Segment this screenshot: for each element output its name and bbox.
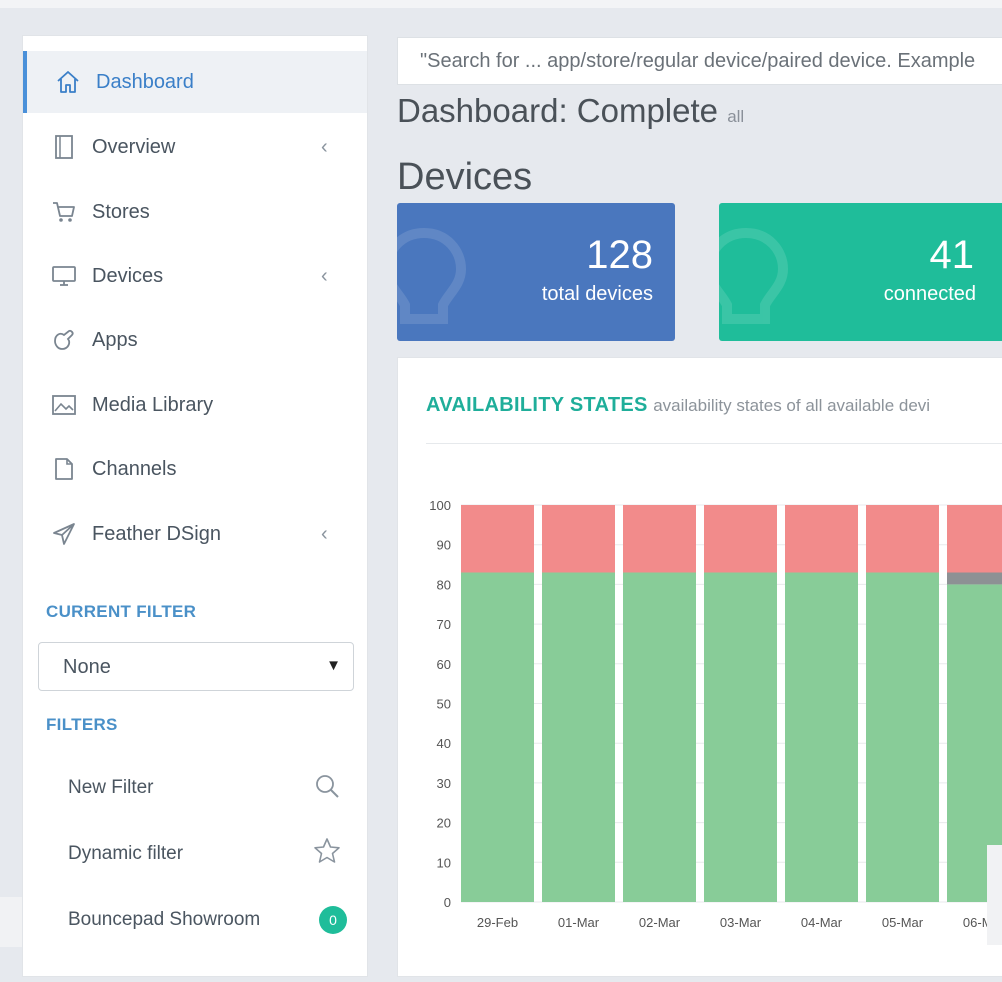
y-tick-label: 60 xyxy=(437,657,451,672)
sidebar-item-feather-dsign[interactable]: Feather DSign ‹ xyxy=(23,503,367,565)
background-strip xyxy=(0,897,22,947)
count-badge: 0 xyxy=(319,906,347,934)
filter-item-bouncepad-showroom[interactable]: Bouncepad Showroom xyxy=(68,905,298,934)
current-filter-value: None xyxy=(63,656,111,678)
y-tick-label: 40 xyxy=(437,736,451,751)
sidebar-item-label: Apps xyxy=(92,328,138,351)
cart-icon xyxy=(51,199,77,225)
chevron-left-icon[interactable]: ‹ xyxy=(321,136,328,159)
y-tick-label: 20 xyxy=(437,816,451,831)
dropdown-arrow-icon: ▼ xyxy=(326,657,341,674)
section-heading: Devices xyxy=(397,156,533,198)
chart-bar-segment xyxy=(623,505,696,573)
current-filter-select[interactable]: None ▼ xyxy=(38,642,354,691)
search-input[interactable] xyxy=(398,38,998,84)
chart-bar-segment xyxy=(704,572,777,902)
image-icon xyxy=(51,392,77,418)
apps-icon xyxy=(51,327,77,353)
page-subtitle: all xyxy=(727,107,745,126)
sidebar-item-label: Channels xyxy=(92,457,177,480)
stat-tile-connected[interactable]: 41 connected xyxy=(719,203,1002,341)
sidebar-item-label: Overview xyxy=(92,135,176,158)
stat-label: total devices xyxy=(541,283,653,305)
chevron-left-icon[interactable]: ‹ xyxy=(321,523,328,546)
sidebar-item-channels[interactable]: Channels xyxy=(23,438,367,500)
filter-label: New Filter xyxy=(68,777,154,798)
x-tick-label: 05-Mar xyxy=(882,915,924,930)
y-tick-label: 90 xyxy=(437,538,451,553)
y-tick-label: 0 xyxy=(444,895,451,910)
search-bar xyxy=(397,37,1002,85)
chevron-left-icon[interactable]: ‹ xyxy=(321,265,328,288)
chart-bar-segment xyxy=(461,505,534,573)
sidebar-item-label: Stores xyxy=(92,200,150,223)
page-title: Dashboard: Complete all xyxy=(397,92,744,130)
star-icon[interactable] xyxy=(313,837,341,865)
sidebar-item-devices[interactable]: Devices ‹ xyxy=(23,245,367,307)
sidebar-item-label: Dashboard xyxy=(96,70,194,93)
page-title-text: Dashboard: Complete xyxy=(397,92,719,129)
chart-bar-segment xyxy=(866,572,939,902)
sidebar: Dashboard Overview ‹ Stores Devices ‹ Ap… xyxy=(22,35,368,977)
y-tick-label: 30 xyxy=(437,776,451,791)
lightbulb-icon xyxy=(397,227,467,324)
current-filter-title: CURRENT FILTER xyxy=(46,602,197,621)
paper-plane-icon xyxy=(51,521,77,547)
top-strip xyxy=(0,0,1002,8)
x-tick-label: 29-Feb xyxy=(477,915,518,930)
stat-value: 128 xyxy=(586,233,653,277)
x-tick-label: 01-Mar xyxy=(558,915,600,930)
chart-bar-segment xyxy=(542,505,615,573)
y-tick-label: 70 xyxy=(437,617,451,632)
x-tick-label: 02-Mar xyxy=(639,915,681,930)
sidebar-item-stores[interactable]: Stores xyxy=(23,181,367,243)
stat-tile-total-devices[interactable]: 128 total devices xyxy=(397,203,675,341)
sidebar-item-label: Feather DSign xyxy=(92,522,221,545)
chart-bar-segment xyxy=(785,505,858,573)
monitor-icon xyxy=(51,263,77,289)
y-tick-label: 100 xyxy=(429,498,451,513)
chart-bar-segment xyxy=(542,572,615,902)
chart-bar-segment xyxy=(704,505,777,573)
stat-label: connected xyxy=(883,283,976,305)
sidebar-item-apps[interactable]: Apps xyxy=(23,309,367,371)
chart-bar-segment xyxy=(623,572,696,902)
notebook-icon xyxy=(51,134,77,160)
sidebar-item-overview[interactable]: Overview ‹ xyxy=(23,116,367,178)
sidebar-item-label: Media Library xyxy=(92,393,214,416)
chart-bar-segment xyxy=(947,572,1002,585)
chart-bar-segment xyxy=(947,505,1002,573)
stat-value: 41 xyxy=(929,233,975,277)
chart-bar-segment xyxy=(785,572,858,902)
y-tick-label: 80 xyxy=(437,577,451,592)
document-icon xyxy=(51,456,77,482)
filters-title: FILTERS xyxy=(46,715,118,734)
chart-bar-segment xyxy=(461,572,534,902)
sidebar-item-dashboard[interactable]: Dashboard xyxy=(23,51,367,113)
y-tick-label: 10 xyxy=(437,855,451,870)
home-icon xyxy=(55,69,81,95)
filter-label: Dynamic filter xyxy=(68,843,184,864)
sidebar-item-label: Devices xyxy=(92,264,164,287)
availability-chart: 0 10 20 30 40 50 60 70 80 90 100 29-Feb 01-Mar 02-Mar… xyxy=(429,498,1002,930)
background-strip xyxy=(987,845,1002,945)
y-tick-label: 50 xyxy=(437,697,451,712)
chart-bar-segment xyxy=(866,505,939,573)
lightbulb-icon xyxy=(719,227,789,324)
sidebar-item-media-library[interactable]: Media Library xyxy=(23,374,367,436)
x-tick-label: 03-Mar xyxy=(720,915,762,930)
x-tick-label: 04-Mar xyxy=(801,915,843,930)
filter-label: Bouncepad Showroom xyxy=(68,909,261,930)
search-icon[interactable] xyxy=(313,772,341,800)
